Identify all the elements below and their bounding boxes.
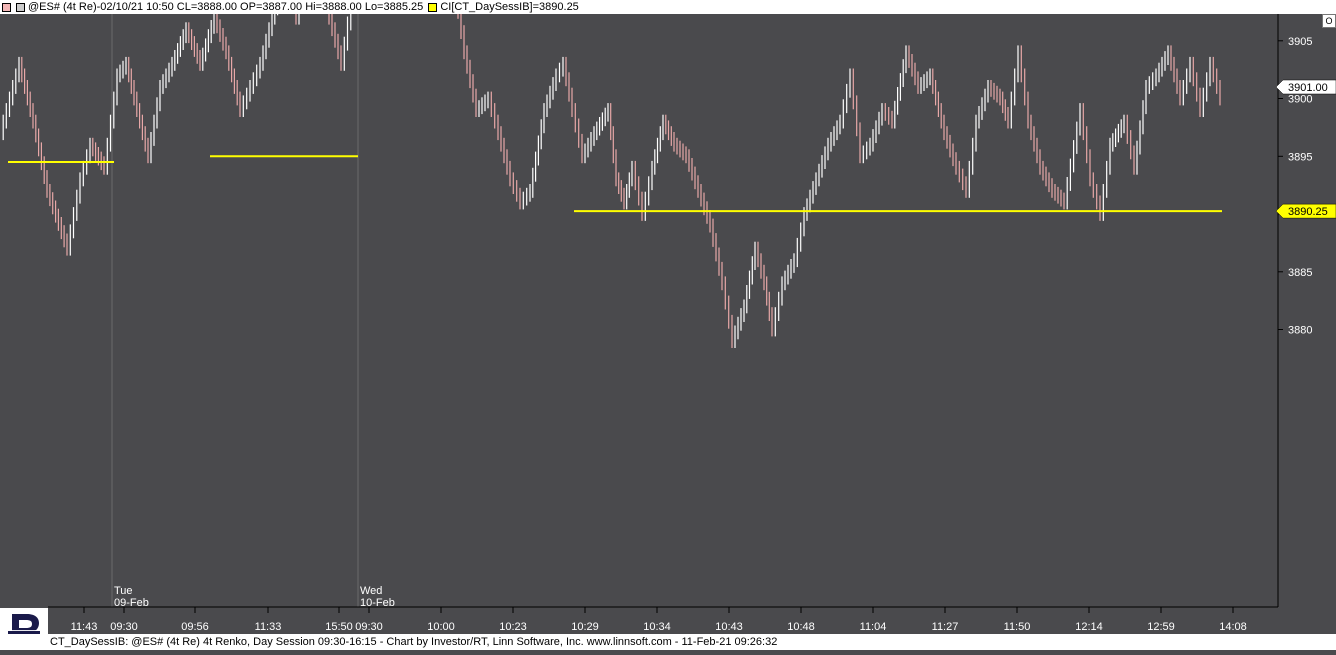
y-tick-label: 3895 xyxy=(1288,151,1312,163)
x-tick-label: 10:00 xyxy=(427,621,455,633)
x-tick-label: 11:43 xyxy=(71,621,98,633)
ib-price-tag: 3890.25 xyxy=(1288,206,1328,218)
x-tick-label: 15:50 xyxy=(325,621,353,633)
x-tick-label: 10:29 xyxy=(571,621,599,633)
x-tick-label: 10:23 xyxy=(499,621,527,633)
y-axis[interactable]: 3880388538903895390039053910391539203925 xyxy=(1278,14,1312,337)
chart-header: @ES# (4t Re)-02/10/21 10:50 CL=3888.00 O… xyxy=(0,0,1336,14)
plot-area xyxy=(0,14,1278,607)
x-tick-label: 14:08 xyxy=(1219,621,1247,633)
renko-chart[interactable]: 3880388538903895390039053910391539203925… xyxy=(0,14,1336,634)
session-day-tue: Tue xyxy=(114,585,133,597)
x-tick-label: 09:30 xyxy=(355,621,383,633)
x-tick-label: 11:27 xyxy=(932,621,959,633)
footer-text: CT_DaySessIB: @ES# (4t Re) 4t Renko, Day… xyxy=(50,636,778,648)
session-day-wed: Wed xyxy=(360,585,382,597)
x-tick-label: 11:50 xyxy=(1004,621,1031,633)
x-tick-label: 10:43 xyxy=(715,621,743,633)
session-date-tue: 09-Feb xyxy=(114,597,149,609)
session-date-wed: 10-Feb xyxy=(360,597,395,609)
y-tick-label: 3900 xyxy=(1288,94,1312,106)
x-tick-label: 10:48 xyxy=(787,621,815,633)
x-tick-label: 09:56 xyxy=(181,621,209,633)
last-price-tag: 3901.00 xyxy=(1288,82,1328,94)
indicator-info: CI[CT_DaySessIB]=3890.25 xyxy=(440,1,579,13)
x-tick-label: 12:59 xyxy=(1147,621,1175,633)
x-tick-label: 12:14 xyxy=(1075,621,1103,633)
x-tick-label: 11:33 xyxy=(255,621,282,633)
chart-footer: CT_DaySessIB: @ES# (4t Re) 4t Renko, Day… xyxy=(0,634,1336,650)
x-tick-label: 10:34 xyxy=(643,621,671,633)
x-tick-label: 11:04 xyxy=(860,621,887,633)
y-tick-label: 3905 xyxy=(1288,36,1312,48)
chart-settings-icon[interactable] xyxy=(2,2,11,12)
indicator-color-icon xyxy=(428,2,438,12)
y-tick-label: 3880 xyxy=(1288,325,1312,337)
symbol-info: @ES# (4t Re)-02/10/21 10:50 CL=3888.00 O… xyxy=(28,1,424,13)
y-tick-label: 3885 xyxy=(1288,267,1312,279)
symbol-color-icon xyxy=(16,2,25,12)
x-tick-label: 09:30 xyxy=(110,621,138,633)
